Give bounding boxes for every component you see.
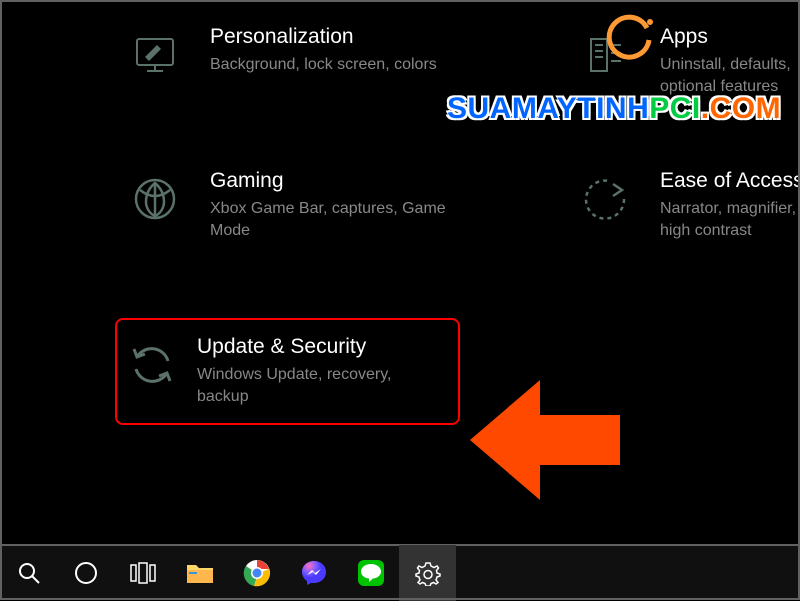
taskbar-taskview-icon[interactable] [114,545,171,601]
taskbar-settings-icon[interactable] [399,545,456,601]
taskbar-chrome-icon[interactable] [228,545,285,601]
watermark-reload-icon [602,10,657,70]
tile-desc: Narrator, magnifier, high contrast [660,198,800,243]
ease-of-access-icon [580,174,630,224]
taskbar [0,544,800,600]
tile-gaming[interactable]: Gaming Xbox Game Bar, captures, Game Mod… [130,159,580,318]
tile-ease-of-access[interactable]: Ease of Access Narrator, magnifier, high… [580,159,800,318]
tile-desc: Xbox Game Bar, captures, Game Mode [210,198,490,243]
taskbar-search-icon[interactable] [0,545,57,601]
taskbar-line-icon[interactable] [342,545,399,601]
tile-update-security[interactable]: Update & Security Windows Update, recove… [115,318,460,426]
tile-personalization[interactable]: Personalization Background, lock screen,… [130,15,580,159]
tile-title: Apps [660,25,800,49]
tile-title: Update & Security [197,335,417,359]
tile-desc: Background, lock screen, colors [210,54,437,76]
tile-title: Ease of Access [660,169,800,193]
settings-categories: Personalization Background, lock screen,… [0,0,800,425]
update-security-icon [127,340,177,390]
tile-title: Gaming [210,169,490,193]
gaming-icon [130,174,180,224]
taskbar-messenger-icon[interactable] [285,545,342,601]
tile-desc: Windows Update, recovery, backup [197,364,417,409]
annotation-arrow [465,375,625,510]
watermark-text: SUAMAYTINHPCI.COM [447,92,781,126]
personalization-icon [130,30,180,80]
taskbar-cortana-icon[interactable] [57,545,114,601]
tile-title: Personalization [210,25,437,49]
taskbar-file-explorer-icon[interactable] [171,545,228,601]
